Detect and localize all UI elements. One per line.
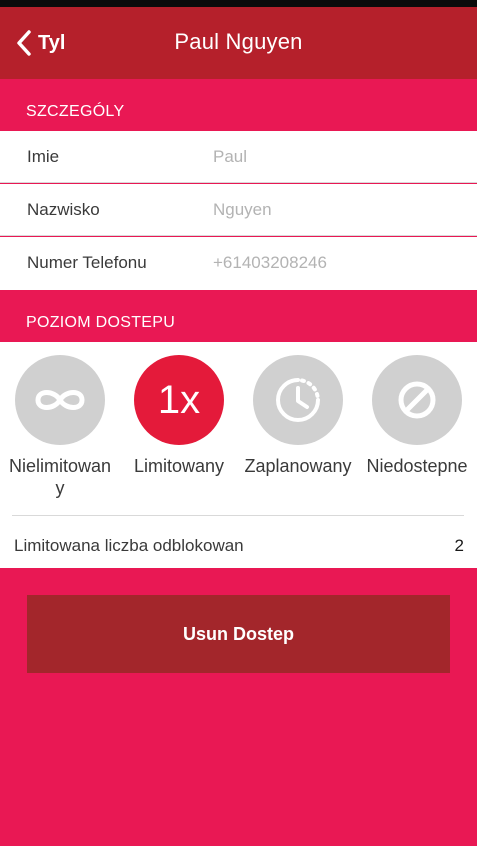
unavailable-label: Niedostepne	[366, 456, 468, 476]
access-section-header: POZIOM DOSTEPU	[0, 290, 477, 342]
unlock-limit-value[interactable]: 2	[455, 536, 464, 556]
unlimited-circle	[15, 355, 105, 445]
one-times-icon: 1x	[157, 377, 201, 422]
scheduled-label: Zaplanowany	[244, 456, 352, 476]
access-option-unlimited[interactable]: Nielimitowany	[0, 355, 120, 499]
last-name-label: Nazwisko	[27, 200, 100, 219]
limited-circle: 1x	[134, 355, 224, 445]
status-bar	[0, 0, 477, 7]
access-option-scheduled[interactable]: Zaplanowany	[238, 355, 358, 477]
access-option-limited[interactable]: 1x Limitowany	[119, 355, 239, 477]
scheduled-circle	[253, 355, 343, 445]
infinity-icon	[35, 390, 85, 410]
first-name-row[interactable]: Imie Paul	[0, 131, 477, 183]
unlimited-label: Nielimitowany	[8, 456, 112, 498]
first-name-value: Paul	[213, 147, 248, 166]
remove-access-button[interactable]: Usun Dostep	[27, 595, 450, 673]
access-level-panel: Nielimitowany 1x Limitowany Zaplanowany …	[0, 342, 477, 568]
no-access-icon	[398, 381, 436, 419]
clock-icon	[276, 378, 320, 422]
phone-row[interactable]: Numer Telefonu +61403208246	[0, 237, 477, 290]
phone-label: Numer Telefonu	[27, 253, 147, 272]
divider	[12, 515, 464, 516]
phone-value: +61403208246	[213, 253, 327, 272]
access-header-text: POZIOM DOSTEPU	[26, 314, 176, 331]
unavailable-circle	[372, 355, 462, 445]
first-name-label: Imie	[27, 147, 60, 166]
page-title: Paul Nguyen	[174, 29, 303, 54]
limited-label: Limitowany	[133, 456, 225, 476]
unlock-limit-label: Limitowana liczba odblokowan	[14, 536, 244, 555]
details-section-header: SZCZEGÓLY	[0, 79, 477, 131]
last-name-value: Nguyen	[213, 200, 272, 219]
details-header-text: SZCZEGÓLY	[26, 103, 125, 120]
access-option-unavailable[interactable]: Niedostepne	[357, 355, 477, 477]
navigation-bar: Tyl Paul Nguyen	[0, 7, 477, 79]
last-name-row[interactable]: Nazwisko Nguyen	[0, 184, 477, 236]
